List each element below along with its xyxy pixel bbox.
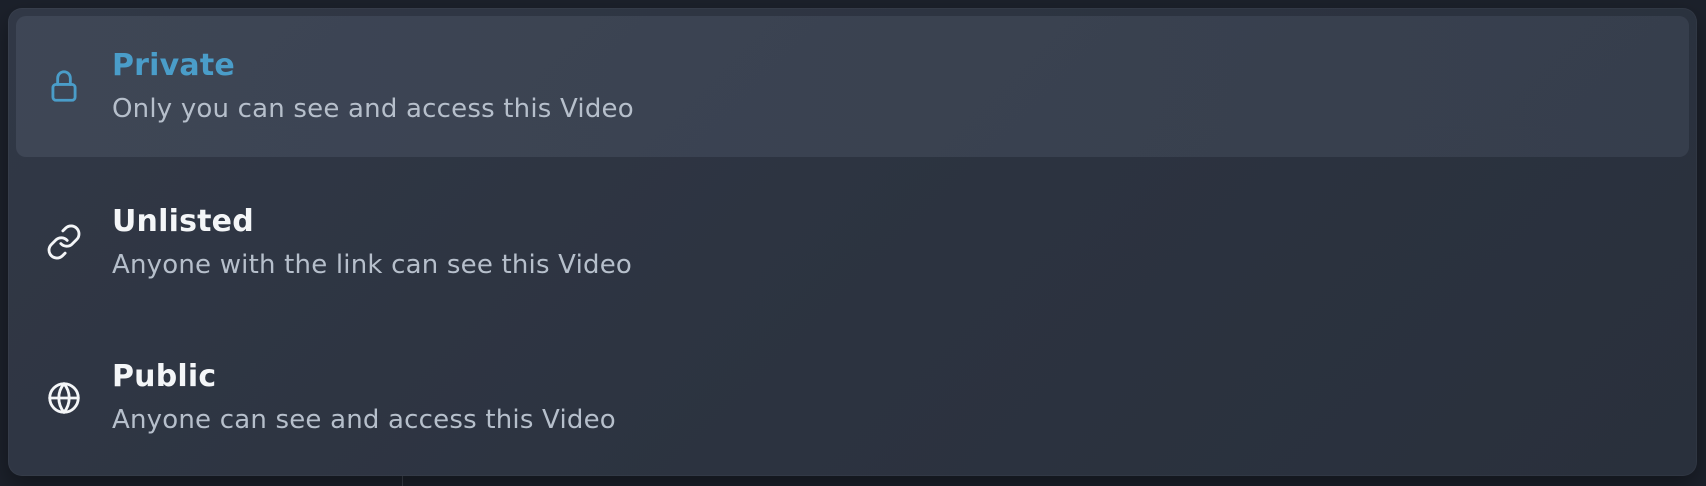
option-title: Public: [112, 359, 217, 395]
option-description: Anyone with the link can see this Video: [112, 249, 633, 280]
option-title: Private: [112, 47, 235, 83]
option-description: Only you can see and access this Video: [112, 93, 634, 124]
visibility-option-unlisted[interactable]: Unlisted Anyone with the link can see th…: [16, 172, 1689, 313]
globe-icon: [16, 327, 112, 468]
visibility-option-public[interactable]: Public Anyone can see and access this Vi…: [16, 327, 1689, 468]
visibility-menu: Private Only you can see and access this…: [8, 8, 1697, 476]
link-icon: [16, 172, 112, 313]
lock-icon: [16, 16, 112, 157]
option-title: Unlisted: [112, 203, 254, 239]
option-description: Anyone can see and access this Video: [112, 405, 616, 436]
visibility-option-private[interactable]: Private Only you can see and access this…: [16, 16, 1689, 157]
